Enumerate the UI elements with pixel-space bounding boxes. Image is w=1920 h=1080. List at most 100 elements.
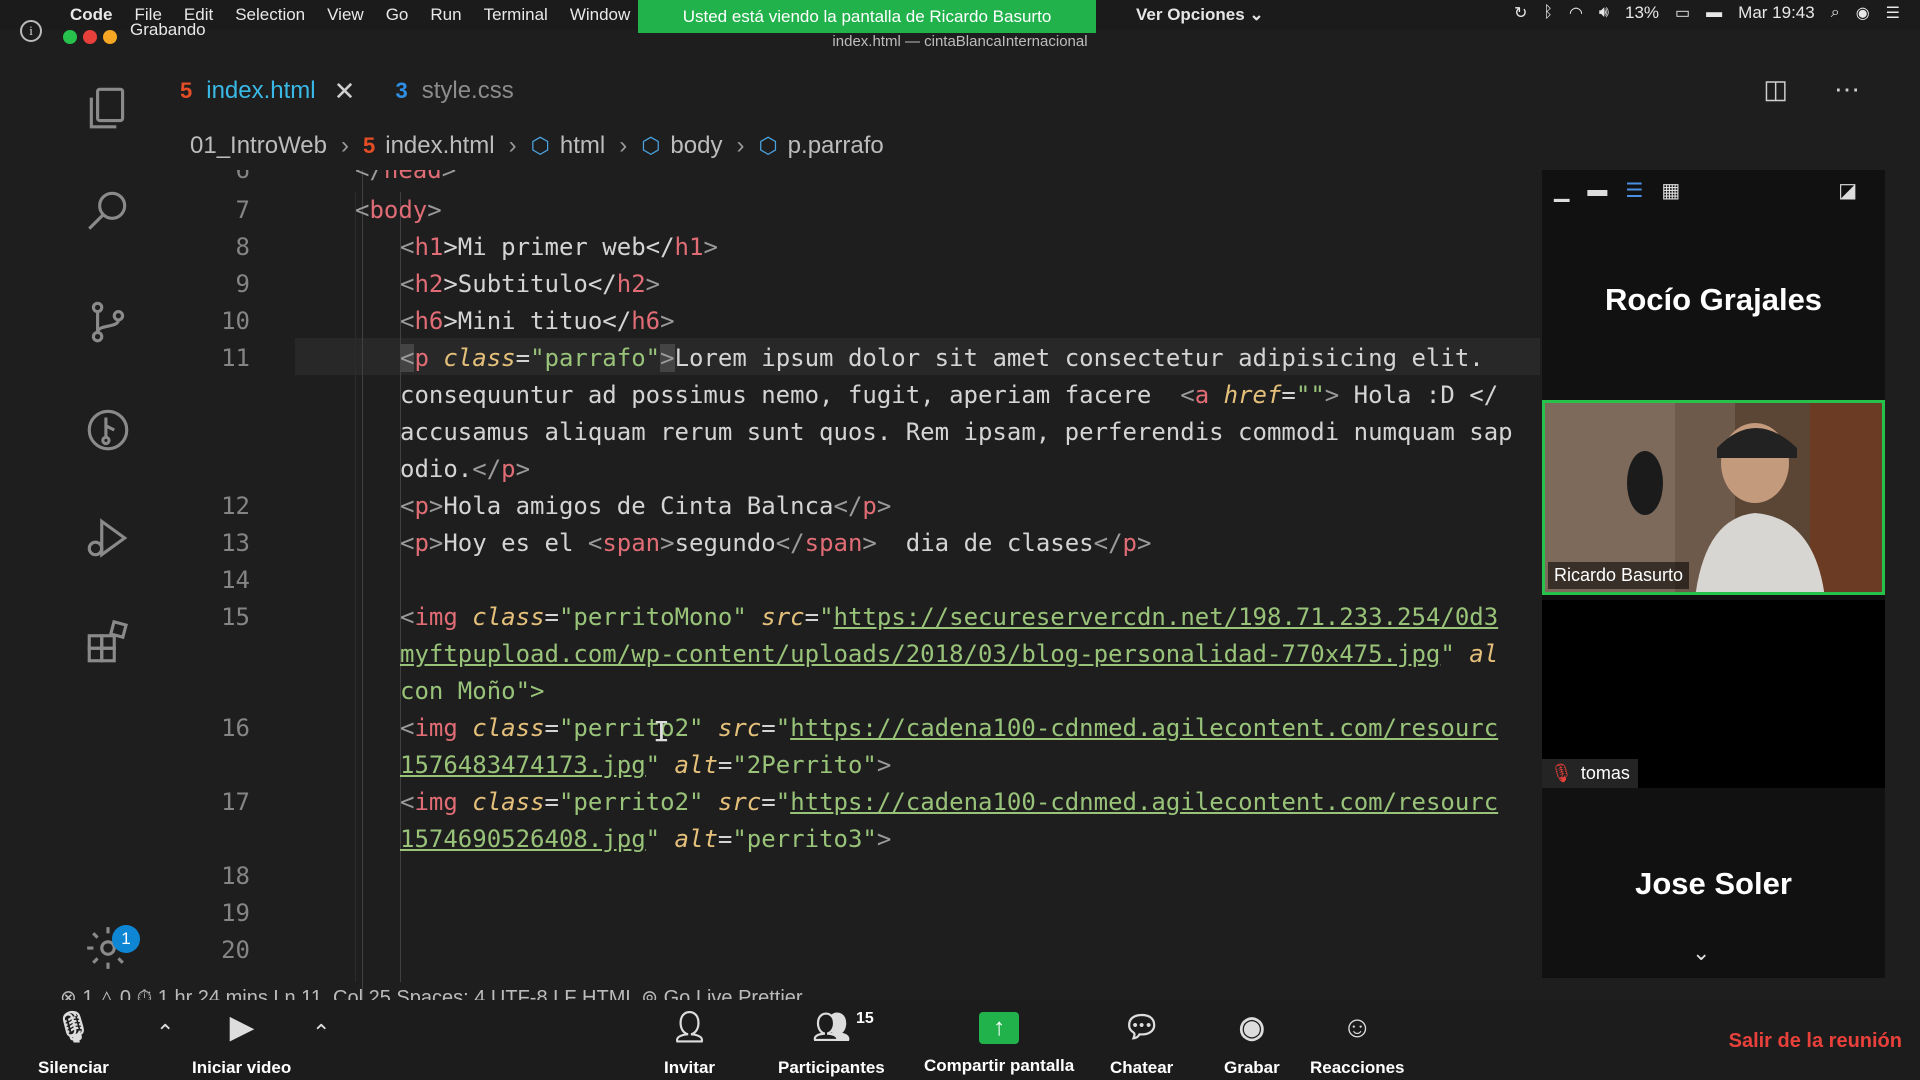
code-line: 1574690526408.jpg" alt="perrito3">	[400, 825, 892, 853]
menu-view[interactable]: View	[327, 5, 364, 25]
explorer-icon[interactable]	[82, 82, 134, 134]
editor-actions: ◫ ⋯	[1763, 74, 1860, 105]
chevron-right-icon: ›	[340, 132, 349, 159]
code-line: <img class="perritoMono" src="https://se…	[400, 603, 1499, 631]
tab-index-html[interactable]: 5 index.html ✕	[160, 60, 375, 122]
indent-guide	[355, 192, 356, 982]
screen-share-banner: Usted está viendo la pantalla de Ricardo…	[638, 0, 1096, 33]
activity-bar	[60, 60, 156, 1000]
tab-label: index.html	[206, 77, 316, 104]
chevron-up-icon[interactable]: ⌃	[312, 1020, 330, 1046]
sync-icon[interactable]: ↻	[1514, 3, 1527, 23]
microphone-icon: 🎙︎	[54, 1011, 93, 1044]
bluetooth-icon[interactable]: ᛒ	[1543, 4, 1553, 22]
code-line: accusamus aliquam rerum sunt quos. Rem i…	[400, 418, 1513, 446]
participants-label: Participantes	[778, 1058, 885, 1077]
line-number: 18	[221, 862, 250, 890]
git-timeline-icon[interactable]	[82, 404, 134, 456]
line-number: 12	[221, 492, 250, 520]
video-label: Iniciar video	[192, 1058, 292, 1077]
code-line: consequuntur ad possimus nemo, fugit, ap…	[400, 381, 1499, 409]
code-line: odio.</p>	[400, 455, 531, 483]
line-number: 15	[221, 603, 250, 631]
add-user-icon: 👤︎	[670, 1011, 709, 1044]
breadcrumb-folder[interactable]: 01_IntroWeb	[190, 132, 327, 160]
chevron-down-icon: ⌄	[1249, 5, 1264, 24]
siri-icon[interactable]: ◉	[1856, 3, 1870, 23]
leave-meeting-button[interactable]: Salir de la reunión	[1729, 1030, 1902, 1053]
video-off-icon: ▶︎	[230, 1011, 254, 1044]
exit-panel-icon[interactable]: ◪	[1838, 178, 1857, 203]
breadcrumb-body[interactable]: body	[670, 132, 722, 160]
chevron-right-icon: ›	[619, 132, 628, 159]
start-video-button[interactable]: ▶︎ Iniciar video	[192, 1010, 291, 1078]
reactions-label: Reacciones	[1310, 1058, 1405, 1077]
participant-tile-name: Jose Soler	[1542, 790, 1885, 978]
search-icon[interactable]	[82, 186, 134, 238]
tab-style-css[interactable]: 3 style.css	[375, 60, 533, 122]
run-debug-icon[interactable]	[82, 512, 134, 564]
code-line: <p>Hola amigos de Cinta Balnca</p>	[400, 492, 892, 520]
line-number: 19	[221, 899, 250, 927]
notification-center-icon[interactable]: ☰	[1886, 3, 1900, 23]
menu-window[interactable]: Window	[570, 5, 630, 25]
text-cursor-icon: I	[653, 715, 670, 748]
settings-badge: 1	[112, 925, 140, 953]
video-name-label: Ricardo Basurto	[1548, 562, 1690, 589]
search-icon[interactable]: ⌕	[1831, 4, 1840, 22]
line-number: 10	[221, 307, 250, 335]
minimize-icon[interactable]: ▁	[1554, 178, 1569, 203]
record-button[interactable]: ◉ Grabar	[1224, 1010, 1280, 1078]
mute-label: Silenciar	[38, 1058, 109, 1077]
source-control-icon[interactable]	[82, 296, 134, 348]
wifi-icon[interactable]: ◠	[1569, 3, 1583, 23]
emoji-plus-icon: ☺︎	[1341, 1011, 1373, 1044]
chevron-down-icon[interactable]: ⌄	[1692, 940, 1710, 966]
participant-name-label: 🎙︎ tomas	[1542, 759, 1638, 788]
split-editor-icon[interactable]: ◫	[1763, 74, 1788, 105]
battery-percent: 13%	[1625, 3, 1660, 22]
share-label: Compartir pantalla	[924, 1056, 1075, 1075]
battery-icon[interactable]: ▭	[1675, 3, 1690, 23]
line-number: 14	[221, 566, 250, 594]
breadcrumb-file[interactable]: index.html	[385, 132, 494, 160]
menu-terminal[interactable]: Terminal	[484, 5, 548, 25]
extensions-icon[interactable]	[82, 616, 134, 668]
chat-button[interactable]: 💬︎ Chatear	[1110, 1010, 1173, 1078]
menu-code[interactable]: Code	[70, 5, 113, 25]
reactions-button[interactable]: ☺︎ Reacciones	[1310, 1010, 1405, 1078]
chevron-right-icon: ›	[508, 132, 517, 159]
flag-icon[interactable]: ▬	[1706, 4, 1722, 22]
participants-gallery: ▁ ▬ ☰ ▦ ◪ Rocío Grajales Ricardo Basurto…	[1542, 170, 1885, 978]
chevron-up-icon[interactable]: ⌃	[156, 1020, 174, 1046]
breadcrumb-element[interactable]: p.parrafo	[788, 132, 884, 160]
speaker-view-icon[interactable]: ☰	[1625, 178, 1643, 203]
window-title: index.html — cintaBlancaInternacional	[832, 33, 1088, 50]
share-screen-button[interactable]: ↑ Compartir pantalla	[924, 1010, 1074, 1076]
chevron-right-icon: ›	[736, 132, 745, 159]
line-number: 20	[221, 936, 250, 964]
more-actions-icon[interactable]: ⋯	[1834, 74, 1860, 105]
css3-icon: 3	[395, 78, 408, 103]
breadcrumb-html[interactable]: html	[560, 132, 605, 160]
menu-go[interactable]: Go	[386, 5, 409, 25]
indent-guide	[362, 170, 363, 1000]
thumbnail-view-icon[interactable]: ▬	[1587, 179, 1607, 202]
participant-name: tomas	[1580, 763, 1630, 783]
line-number: 6	[235, 170, 250, 184]
html5-icon: 5	[362, 133, 376, 158]
gallery-view-icon[interactable]: ▦	[1661, 178, 1680, 203]
mute-button[interactable]: 🎙︎ Silenciar	[38, 1010, 109, 1078]
code-line: <h6>Mini tituo</h6>	[400, 307, 675, 335]
participants-icon: 👥︎	[812, 1011, 851, 1044]
volume-icon[interactable]: 🔊︎	[1599, 4, 1609, 22]
code-line: myftpupload.com/wp-content/uploads/2018/…	[400, 640, 1499, 668]
view-options-button[interactable]: Ver Opciones ⌄	[1136, 5, 1264, 25]
invite-button[interactable]: 👤︎ Invitar	[664, 1010, 715, 1078]
menu-selection[interactable]: Selection	[235, 5, 305, 25]
code-editor[interactable]: 6 7 8 9 10 11 12 13 14 15 16 17 18 19 20…	[160, 170, 1540, 1000]
code-line: con Moño">	[400, 677, 545, 705]
menu-run[interactable]: Run	[430, 5, 461, 25]
record-icon: ◉	[1238, 1011, 1265, 1044]
close-icon[interactable]: ✕	[334, 76, 356, 107]
